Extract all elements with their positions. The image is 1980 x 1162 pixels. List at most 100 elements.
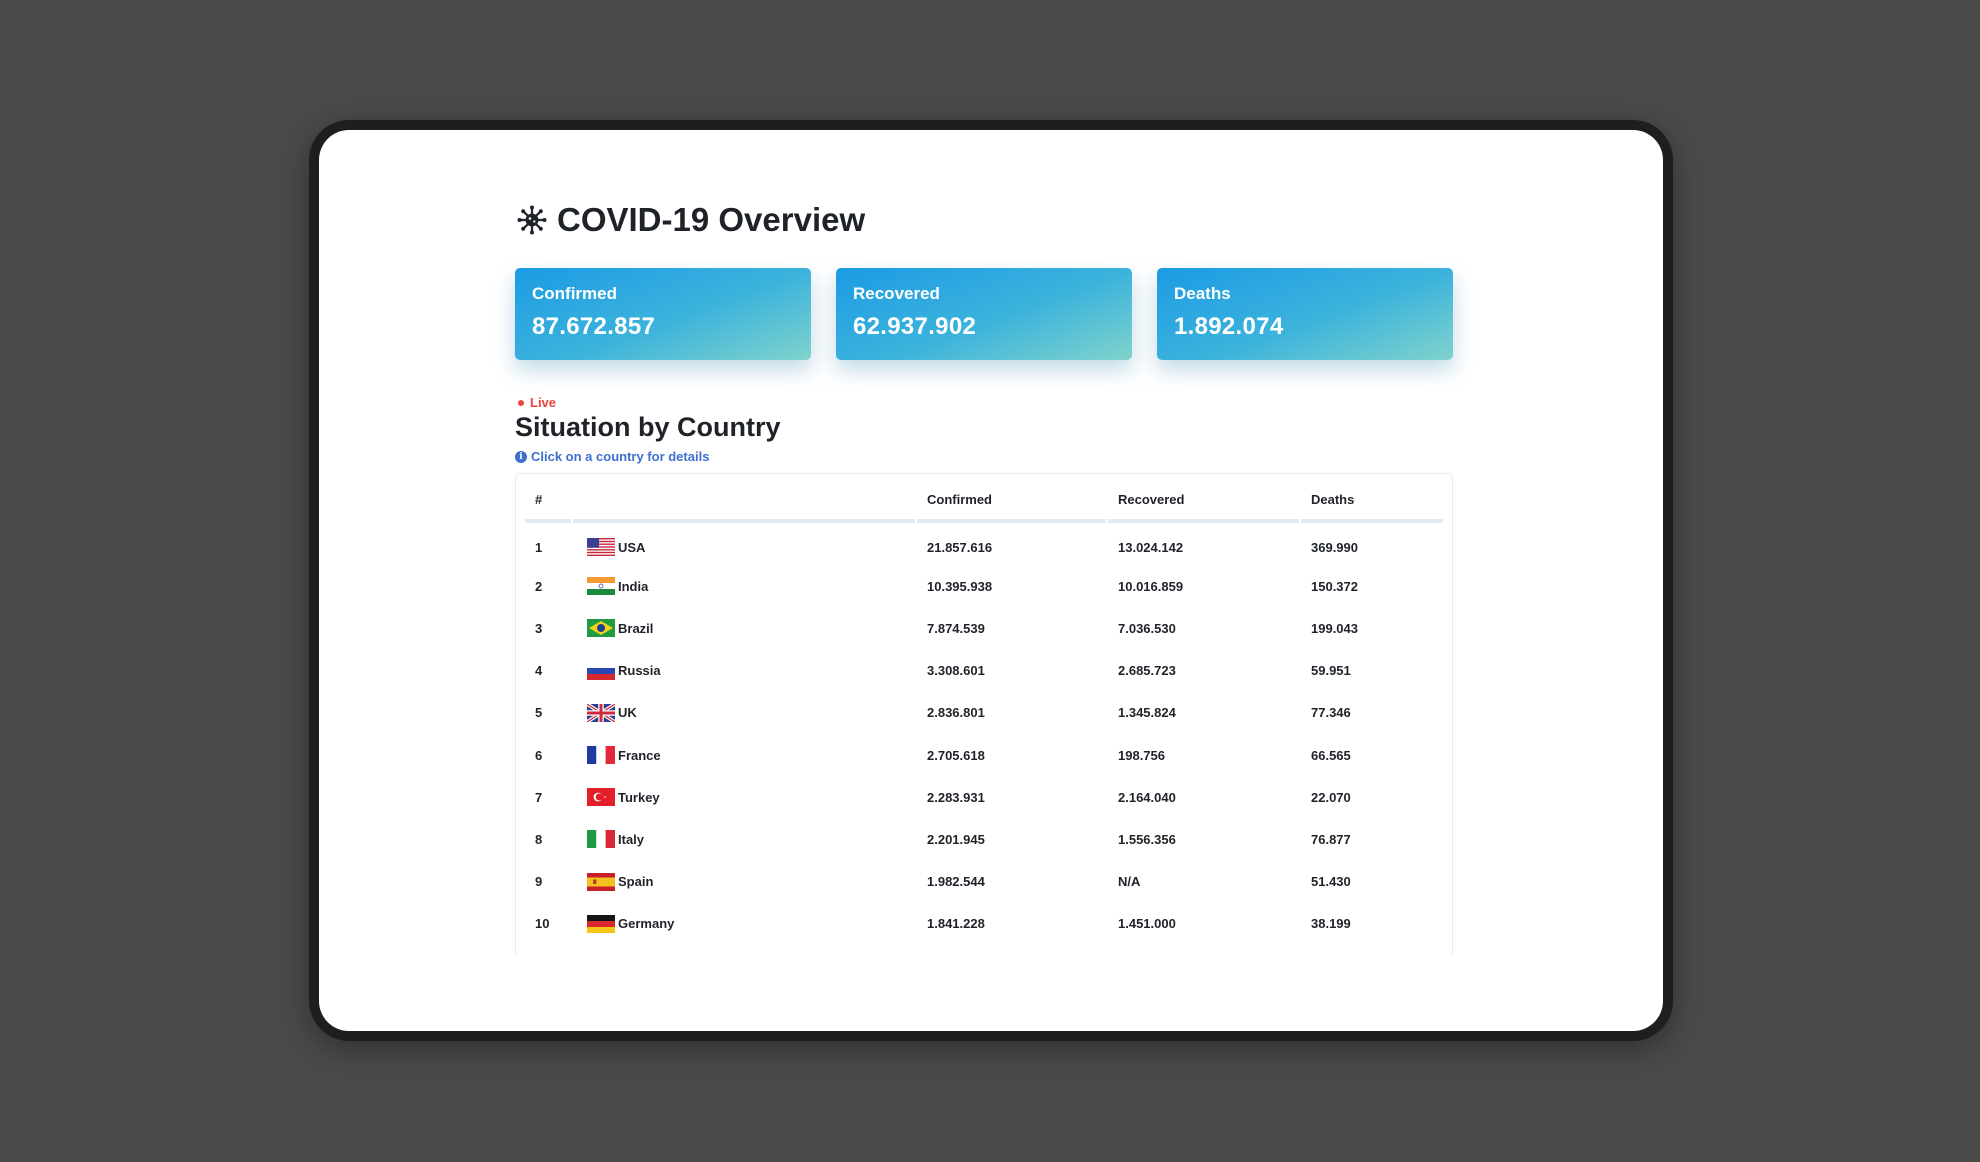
country-name: UK [618, 705, 637, 721]
spain-flag-icon [587, 872, 615, 891]
live-dot-icon [518, 399, 524, 406]
row-recovered: 2.685.723 [1118, 663, 1176, 679]
row-confirmed: 1.982.544 [927, 874, 985, 890]
italy-flag-icon [587, 830, 615, 849]
row-confirmed: 2.201.945 [927, 831, 985, 847]
table-row[interactable]: 10 Germany 1.841.228 1.451.000 38.199 [525, 903, 1443, 945]
uk-flag-icon [586, 702, 616, 724]
row-rank: 8 [535, 831, 543, 847]
country-name: Italy [618, 831, 645, 847]
recovered-card: Recovered 62.937.902 [836, 268, 1132, 360]
info-icon: i [515, 450, 527, 463]
row-confirmed: 2.283.931 [927, 789, 985, 805]
tablet-frame: COVID-19 Overview Confirmed 87.672.857 R… [309, 120, 1673, 1041]
turkey-flag-icon [587, 788, 615, 807]
row-deaths: 76.877 [1311, 831, 1351, 847]
row-country[interactable]: Turkey [573, 776, 915, 818]
row-rank: 7 [535, 789, 543, 805]
russia-flag-icon [587, 661, 615, 680]
tablet-screen: COVID-19 Overview Confirmed 87.672.857 R… [319, 130, 1663, 1031]
card-label: Deaths [1174, 284, 1231, 303]
row-deaths: 38.199 [1311, 916, 1351, 932]
row-confirmed: 2.836.801 [927, 705, 985, 721]
table-row[interactable]: 3 Brazil 7.874.539 7.036.530 199.043 [525, 607, 1443, 649]
country-name: Russia [618, 663, 661, 679]
row-country[interactable]: Germany [573, 903, 915, 945]
row-country[interactable]: Russia [573, 650, 915, 692]
card-value: 87.672.857 [532, 313, 656, 340]
card-value: 1.892.074 [1174, 313, 1284, 340]
table-row[interactable]: 9 Spain 1.982.544 N/A 51.430 [525, 861, 1443, 903]
row-confirmed: 7.874.539 [927, 620, 985, 636]
row-recovered: 1.556.356 [1118, 831, 1176, 847]
row-rank: 5 [535, 705, 543, 721]
table-row[interactable]: 4 Russia 3.308.601 2.685.723 59.951 [525, 650, 1443, 692]
virus-icon [517, 205, 547, 235]
row-country[interactable]: USA [573, 523, 915, 565]
page-title-text: COVID-19 Overview [557, 201, 866, 238]
row-recovered: 2.164.040 [1118, 789, 1176, 805]
row-deaths: 199.043 [1311, 620, 1358, 636]
row-recovered: 198.756 [1118, 747, 1165, 763]
row-deaths: 77.346 [1311, 705, 1351, 721]
header-rank[interactable]: # [525, 474, 571, 523]
country-table: # Confirmed Recovered Deaths 1 USA 21.857.… [523, 474, 1445, 945]
country-name: USA [618, 539, 646, 555]
row-country[interactable]: India [573, 565, 915, 607]
row-deaths: 51.430 [1311, 874, 1351, 890]
row-country[interactable]: Brazil [573, 607, 915, 649]
row-country[interactable]: UK [573, 692, 915, 734]
row-country[interactable]: Italy [573, 818, 915, 860]
row-recovered: 10.016.859 [1118, 578, 1184, 594]
country-name: Brazil [618, 620, 654, 636]
table-header-row: # Confirmed Recovered Deaths [525, 474, 1443, 523]
row-recovered: N/A [1118, 874, 1141, 890]
live-label: Live [530, 395, 557, 410]
row-confirmed: 3.308.601 [927, 663, 985, 679]
row-confirmed: 1.841.228 [927, 916, 985, 932]
row-confirmed: 10.395.938 [927, 578, 993, 594]
page-title: COVID-19 Overview [515, 200, 1453, 240]
header-confirmed[interactable]: Confirmed [917, 474, 1106, 523]
brazil-flag-icon [587, 619, 615, 638]
card-label: Recovered [853, 284, 940, 303]
header-country[interactable] [573, 474, 915, 523]
row-rank: 9 [535, 874, 543, 890]
row-recovered: 1.345.824 [1118, 705, 1176, 721]
section-title: Situation by Country [515, 412, 781, 442]
header-deaths[interactable]: Deaths [1301, 474, 1443, 523]
summary-cards: Confirmed 87.672.857 Recovered 62.937.90… [515, 268, 1453, 360]
row-rank: 6 [535, 747, 543, 763]
india-flag-icon [587, 577, 615, 596]
germany-flag-icon [587, 914, 615, 933]
row-country[interactable]: Spain [573, 861, 915, 903]
row-deaths: 369.990 [1311, 539, 1358, 555]
row-deaths: 22.070 [1311, 789, 1351, 805]
table-row[interactable]: 5 UK 2.836.801 1.345.824 77.346 [525, 692, 1443, 734]
table-row[interactable]: 7 Turkey 2.283.931 2.164.040 22.070 [525, 776, 1443, 818]
table-row[interactable]: 6 France 2.705.618 198.756 66.565 [525, 734, 1443, 776]
row-rank: 3 [535, 620, 543, 636]
card-label: Confirmed [532, 284, 617, 303]
table-row[interactable]: 1 USA 21.857.616 13.024.142 369.990 [525, 523, 1443, 565]
row-rank: 4 [535, 663, 543, 679]
card-value: 62.937.902 [853, 313, 977, 340]
country-name: Turkey [618, 789, 660, 805]
row-deaths: 59.951 [1311, 663, 1351, 679]
country-table-container[interactable]: # Confirmed Recovered Deaths 1 USA 21.857.… [515, 473, 1453, 955]
country-name: Spain [618, 874, 654, 890]
country-name: India [618, 578, 649, 594]
table-row[interactable]: 8 Italy 2.201.945 1.556.356 76.877 [525, 818, 1443, 860]
live-indicator: Live [515, 395, 1453, 410]
row-country[interactable]: France [573, 734, 915, 776]
row-rank: 1 [535, 539, 543, 555]
details-hint-text: Click on a country for details [531, 449, 710, 464]
row-recovered: 1.451.000 [1118, 916, 1176, 932]
header-recovered[interactable]: Recovered [1108, 474, 1299, 523]
row-rank: 10 [535, 916, 550, 932]
row-rank: 2 [535, 578, 543, 594]
row-deaths: 150.372 [1311, 578, 1358, 594]
france-flag-icon [587, 746, 615, 765]
country-name: France [618, 747, 661, 763]
table-row[interactable]: 2 India 10.395.938 10.016.859 150.372 [525, 565, 1443, 607]
